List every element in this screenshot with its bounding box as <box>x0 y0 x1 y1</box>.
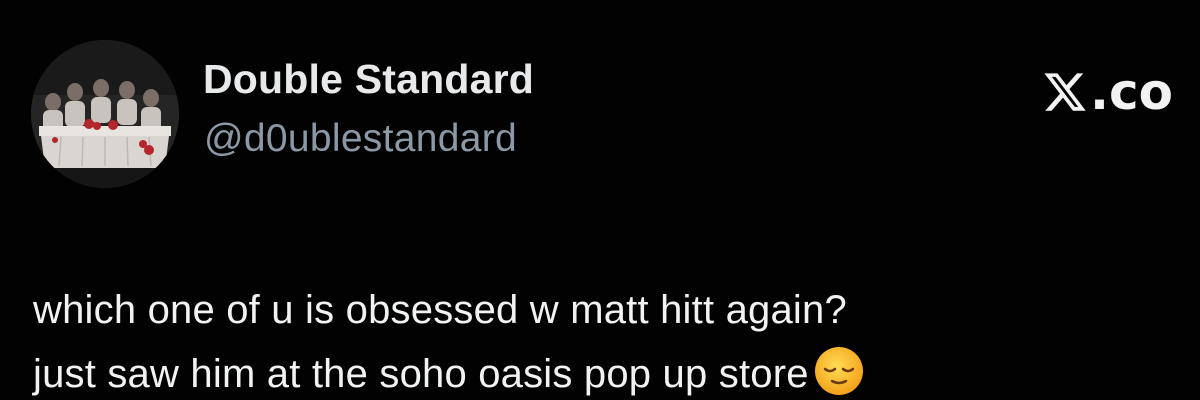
x-com-watermark: .co <box>1042 62 1173 122</box>
user-handle[interactable]: @d0ublestandard <box>204 117 517 161</box>
avatar[interactable] <box>31 40 179 188</box>
tweet-line: just saw him at the soho oasis pop up st… <box>33 342 1200 400</box>
tweet-text: which one of u is obsessed w matt hitt a… <box>33 278 1200 400</box>
group-photo-avatar-icon <box>31 40 179 188</box>
x-logo-icon <box>1044 73 1086 111</box>
tweet-card: Double Standard @d0ublestandard .co whic… <box>0 0 1200 400</box>
tweet-line-text: just saw him at the soho oasis pop up st… <box>33 352 809 396</box>
tweet-line: which one of u is obsessed w matt hitt a… <box>33 288 847 332</box>
watermark-text: .co <box>1090 63 1173 121</box>
display-name[interactable]: Double Standard <box>203 56 534 103</box>
relieved-face-emoji-icon <box>813 345 865 400</box>
